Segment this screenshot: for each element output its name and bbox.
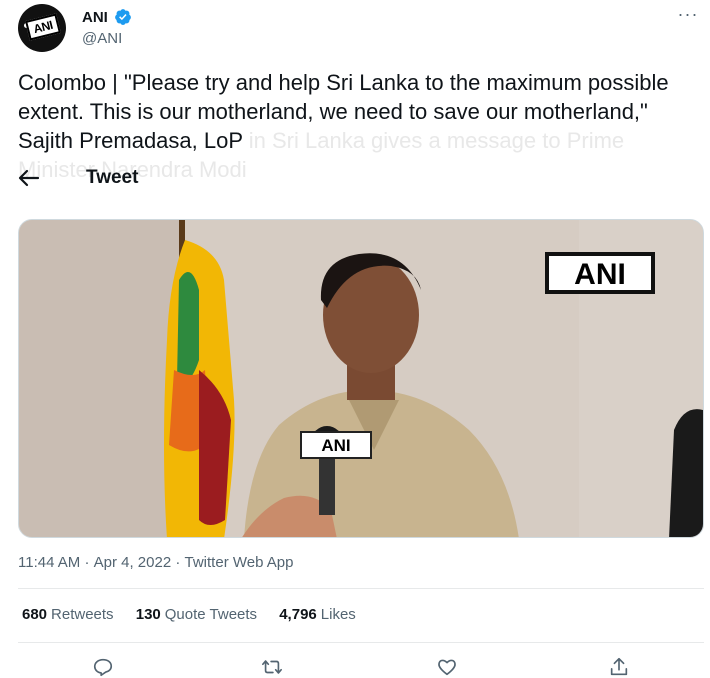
divider (18, 642, 704, 643)
likes-label: Likes (320, 606, 356, 623)
likes-stat[interactable]: 4,796 Likes (279, 606, 356, 623)
meta-separator: · (175, 554, 181, 571)
video-watermark: ANI (574, 258, 626, 291)
retweets-count: 680 (22, 606, 48, 623)
video-frame: ANI ANI (19, 220, 703, 537)
tweet-stats: 680 Retweets 130 Quote Tweets 4,796 Likes (22, 606, 374, 623)
like-icon[interactable] (436, 656, 458, 678)
more-dots-icon[interactable]: ··· (674, 5, 702, 28)
nav-title: Tweet (86, 167, 139, 188)
mic-label: ANI (321, 436, 350, 455)
author-display-name[interactable]: ANI (82, 9, 108, 26)
tweet-date[interactable]: Apr 4, 2022 (94, 554, 172, 571)
meta-separator: · (84, 554, 90, 571)
author-handle[interactable]: @ANI (82, 30, 132, 47)
share-icon[interactable] (608, 656, 630, 678)
tweet-nav-bar: Tweet (18, 164, 318, 194)
verified-badge-icon (115, 9, 132, 25)
tweet-meta: 11:44 AM · Apr 4, 2022 · Twitter Web App (18, 554, 293, 571)
quotes-stat[interactable]: 130 Quote Tweets (136, 606, 257, 623)
author-block: ANI @ANI (82, 8, 132, 47)
tweet-actions (18, 654, 704, 678)
retweets-label: Retweets (51, 606, 114, 623)
retweet-icon[interactable] (261, 656, 283, 678)
quotes-label: Quote Tweets (164, 606, 258, 623)
reply-icon[interactable] (92, 656, 114, 678)
avatar[interactable]: ANI (18, 4, 66, 52)
avatar-logo: ANI (25, 13, 61, 41)
tweet-video[interactable]: ANI ANI (18, 219, 704, 538)
back-arrow-icon[interactable] (18, 168, 40, 188)
likes-count: 4,796 (279, 606, 317, 623)
quotes-count: 130 (135, 606, 161, 623)
tweet-header: ANI ANI @ANI ··· (18, 4, 708, 52)
tweet-time[interactable]: 11:44 AM (18, 554, 80, 571)
tweet-page: ANI ANI @ANI ··· Colombo | "Please try a… (0, 0, 710, 678)
tweet-source[interactable]: Twitter Web App (185, 554, 294, 571)
divider (18, 588, 704, 589)
retweets-stat[interactable]: 680 Retweets (22, 606, 114, 623)
